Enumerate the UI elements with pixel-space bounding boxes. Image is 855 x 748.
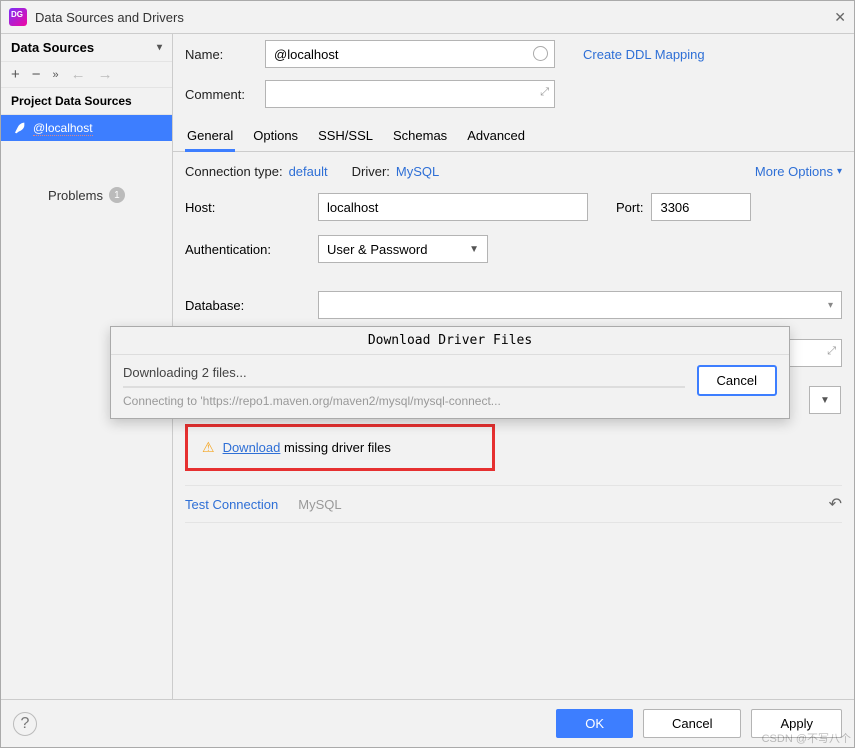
download-rest: missing driver files xyxy=(280,440,391,455)
host-row: Host: localhost Port: 3306 xyxy=(185,193,842,221)
watermark: CSDN @不写八个 xyxy=(762,730,851,746)
bottom-bar: ? OK Cancel Apply xyxy=(1,699,854,747)
sidebar-header[interactable]: Data Sources ▾ xyxy=(1,34,172,62)
more-icon[interactable]: » xyxy=(53,69,59,81)
expand-icon[interactable]: ⤢ xyxy=(540,86,549,99)
sidebar-problems[interactable]: Problems 1 xyxy=(1,181,172,209)
color-circle-icon[interactable] xyxy=(533,46,548,61)
forward-icon: → xyxy=(98,66,113,83)
more-options-link[interactable]: More Options ▾ xyxy=(755,164,842,179)
titlebar: Data Sources and Drivers ✕ xyxy=(1,1,854,33)
sidebar-toolbar: + − » ← → xyxy=(1,62,172,88)
tab-advanced[interactable]: Advanced xyxy=(465,122,527,151)
tab-sshssl[interactable]: SSH/SSL xyxy=(316,122,375,151)
driver-label: Driver: xyxy=(352,164,390,179)
driver-link[interactable]: MySQL xyxy=(396,164,439,179)
ok-button[interactable]: OK xyxy=(556,709,633,738)
sidebar-header-label: Data Sources xyxy=(11,40,94,55)
download-message: Downloading 2 files... xyxy=(123,365,685,380)
app-icon xyxy=(9,8,27,26)
progress-bar xyxy=(123,386,685,388)
sidebar-item-label: @localhost xyxy=(33,121,93,136)
database-label: Database: xyxy=(185,298,310,313)
host-value: localhost xyxy=(327,200,378,215)
hidden-dropdown[interactable]: ▼ xyxy=(809,386,841,414)
more-options-label: More Options xyxy=(755,164,833,179)
comment-label: Comment: xyxy=(185,87,257,102)
download-sub: Connecting to 'https://repo1.maven.org/m… xyxy=(123,394,685,408)
name-row: Name: @localhost Create DDL Mapping xyxy=(173,34,854,74)
port-input[interactable]: 3306 xyxy=(651,193,751,221)
tabs: General Options SSH/SSL Schemas Advanced xyxy=(173,118,854,152)
tab-options[interactable]: Options xyxy=(251,122,300,151)
chevron-down-icon: ▾ xyxy=(157,42,162,53)
help-button[interactable]: ? xyxy=(13,712,37,736)
cancel-button[interactable]: Cancel xyxy=(643,709,741,738)
download-cancel-button[interactable]: Cancel xyxy=(697,365,777,396)
add-icon[interactable]: + xyxy=(11,66,20,83)
problems-badge: 1 xyxy=(109,187,125,203)
back-icon: ← xyxy=(71,66,86,83)
chevron-down-icon: ▾ xyxy=(837,166,842,177)
test-row: Test Connection MySQL ↶ xyxy=(185,485,842,523)
name-input[interactable]: @localhost xyxy=(265,40,555,68)
chevron-down-icon: ▾ xyxy=(828,300,833,311)
auth-value: User & Password xyxy=(327,242,427,257)
host-input[interactable]: localhost xyxy=(318,193,588,221)
host-label: Host: xyxy=(185,200,310,215)
download-dialog: Download Driver Files Downloading 2 file… xyxy=(110,326,790,419)
remove-icon[interactable]: − xyxy=(32,66,41,83)
auth-select[interactable]: User & Password ▼ xyxy=(318,235,488,263)
chevron-down-icon: ▼ xyxy=(469,244,479,255)
tab-schemas[interactable]: Schemas xyxy=(391,122,449,151)
download-banner: ⚠ Download missing driver files xyxy=(185,424,495,471)
comment-row: Comment: ⤢ xyxy=(173,74,854,114)
comment-input[interactable]: ⤢ xyxy=(265,80,555,108)
expand-icon[interactable]: ⤢ xyxy=(827,345,836,358)
database-row: Database: ▾ xyxy=(185,291,842,319)
connection-type-label: Connection type: xyxy=(185,164,283,179)
test-connection-link[interactable]: Test Connection xyxy=(185,497,278,512)
revert-icon[interactable]: ↶ xyxy=(829,494,842,514)
problems-label: Problems xyxy=(48,188,103,203)
connection-type-link[interactable]: default xyxy=(289,164,328,179)
create-ddl-link[interactable]: Create DDL Mapping xyxy=(583,47,705,62)
download-link[interactable]: Download xyxy=(223,440,281,455)
window-title: Data Sources and Drivers xyxy=(35,10,184,25)
feather-icon xyxy=(11,120,27,136)
driver-name: MySQL xyxy=(298,497,341,512)
download-dialog-title: Download Driver Files xyxy=(111,327,789,355)
sidebar-section-label: Project Data Sources xyxy=(1,88,172,115)
close-icon[interactable]: ✕ xyxy=(834,9,846,26)
sidebar-item-localhost[interactable]: @localhost xyxy=(1,115,172,141)
tab-general[interactable]: General xyxy=(185,122,235,152)
connection-type-row: Connection type: default Driver: MySQL M… xyxy=(185,164,842,179)
database-input[interactable]: ▾ xyxy=(318,291,842,319)
name-label: Name: xyxy=(185,47,257,62)
auth-row: Authentication: User & Password ▼ xyxy=(185,235,842,263)
port-label: Port: xyxy=(616,200,643,215)
port-value: 3306 xyxy=(660,200,689,215)
warning-icon: ⚠ xyxy=(202,439,215,456)
auth-label: Authentication: xyxy=(185,242,310,257)
name-value: @localhost xyxy=(274,47,339,62)
